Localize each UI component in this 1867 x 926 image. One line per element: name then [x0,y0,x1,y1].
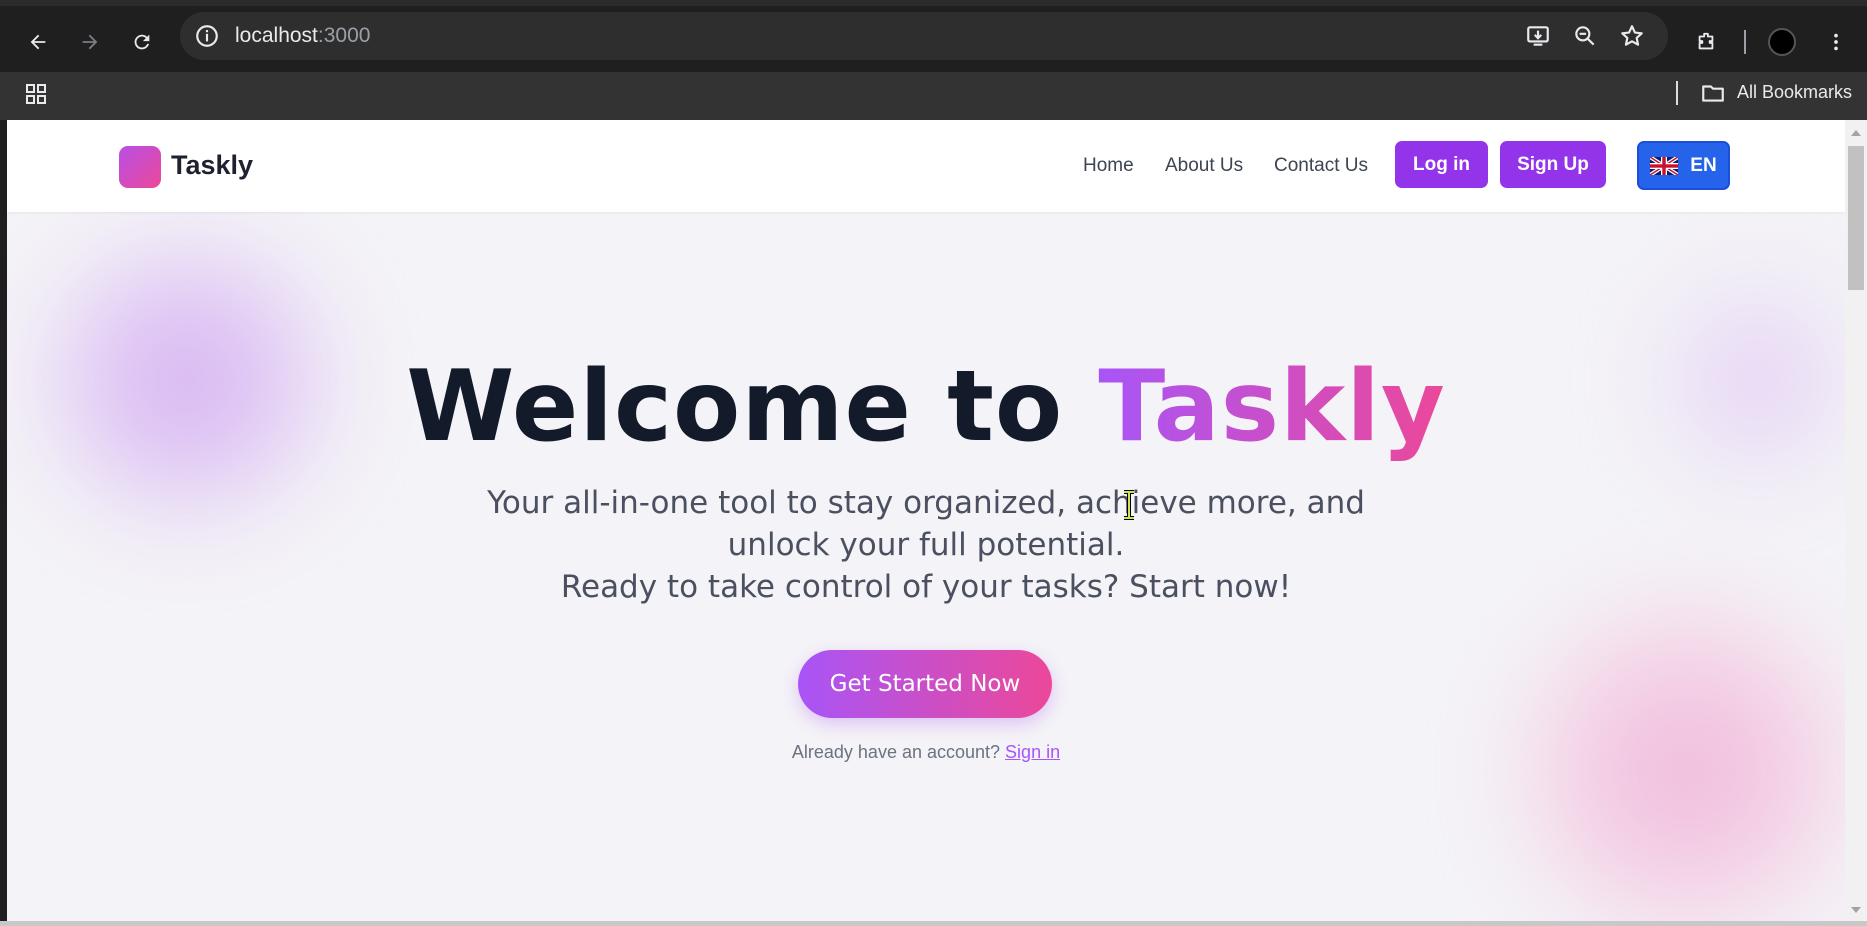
profile-button[interactable] [1764,24,1800,60]
uk-flag-icon [1650,156,1679,175]
signin-link[interactable]: Sign in [1005,742,1060,762]
all-bookmarks-link[interactable]: All Bookmarks [1737,82,1852,103]
logo-text[interactable]: Taskly [171,150,253,181]
site-header: Taskly Home About Us Contact Us Log in S… [7,120,1845,212]
url-host: localhost [235,24,318,47]
signup-button[interactable]: Sign Up [1500,141,1606,188]
hero-title-brand: Taskly [1098,350,1446,464]
scrollbar-thumb[interactable] [1848,146,1864,290]
install-app-icon[interactable] [1525,23,1551,49]
bookmarks-divider [1676,81,1678,105]
get-started-button[interactable]: Get Started Now [798,650,1052,718]
hero-title-plain: Welcome to [406,350,1099,464]
page-scrollbar[interactable] [1845,120,1867,921]
language-label: EN [1690,154,1717,176]
nav-home[interactable]: Home [1083,155,1134,177]
address-bar[interactable]: localhost:3000 [180,12,1668,60]
text-cursor-icon [1124,490,1134,520]
toolbar-divider [1744,30,1746,54]
subtitle-line: unlock your full potential. [727,527,1125,563]
hero-title: Welcome to Taskly [7,350,1845,464]
signin-prompt-text: Already have an account? [791,742,1006,762]
zoom-icon[interactable] [1572,23,1598,49]
subtitle-line: Ready to take control of your tasks? Sta… [560,569,1292,605]
extensions-button[interactable] [1688,24,1724,60]
arrow-right-icon [82,34,98,50]
arrow-left-icon [30,34,46,50]
bookmarks-bar: All Bookmarks [0,72,1867,120]
more-vert-icon [1834,33,1838,51]
puzzle-icon [1698,32,1714,50]
reload-icon [134,34,150,50]
scroll-up-arrow[interactable] [1851,130,1861,136]
login-button[interactable]: Log in [1395,141,1488,188]
window-bottom-edge [0,921,1867,926]
apps-grid-icon[interactable] [24,82,48,106]
avatar [1768,28,1796,56]
scroll-down-arrow[interactable] [1851,907,1861,913]
subtitle-line: Your all-in-one tool to stay organized, … [487,485,1365,521]
reload-button[interactable] [124,24,160,60]
logo-icon[interactable] [119,146,161,188]
browser-toolbar: localhost:3000 [0,6,1867,72]
url-text[interactable]: localhost:3000 [235,24,370,48]
forward-button[interactable] [72,24,108,60]
star-icon[interactable] [1619,23,1645,49]
page-viewport: Taskly Home About Us Contact Us Log in S… [7,120,1845,921]
language-button[interactable]: EN [1637,141,1730,190]
nav-about[interactable]: About Us [1165,155,1243,177]
url-port: :3000 [317,24,371,47]
back-button[interactable] [20,24,56,60]
nav-contact[interactable]: Contact Us [1274,155,1368,177]
folder-icon[interactable] [1700,80,1726,106]
signin-prompt: Already have an account? Sign in [7,742,1845,763]
menu-button[interactable] [1818,24,1854,60]
hero-subtitle: Your all-in-one tool to stay organized, … [7,482,1845,608]
info-icon[interactable] [194,23,220,49]
browser-chrome: localhost:3000 [0,0,1867,72]
